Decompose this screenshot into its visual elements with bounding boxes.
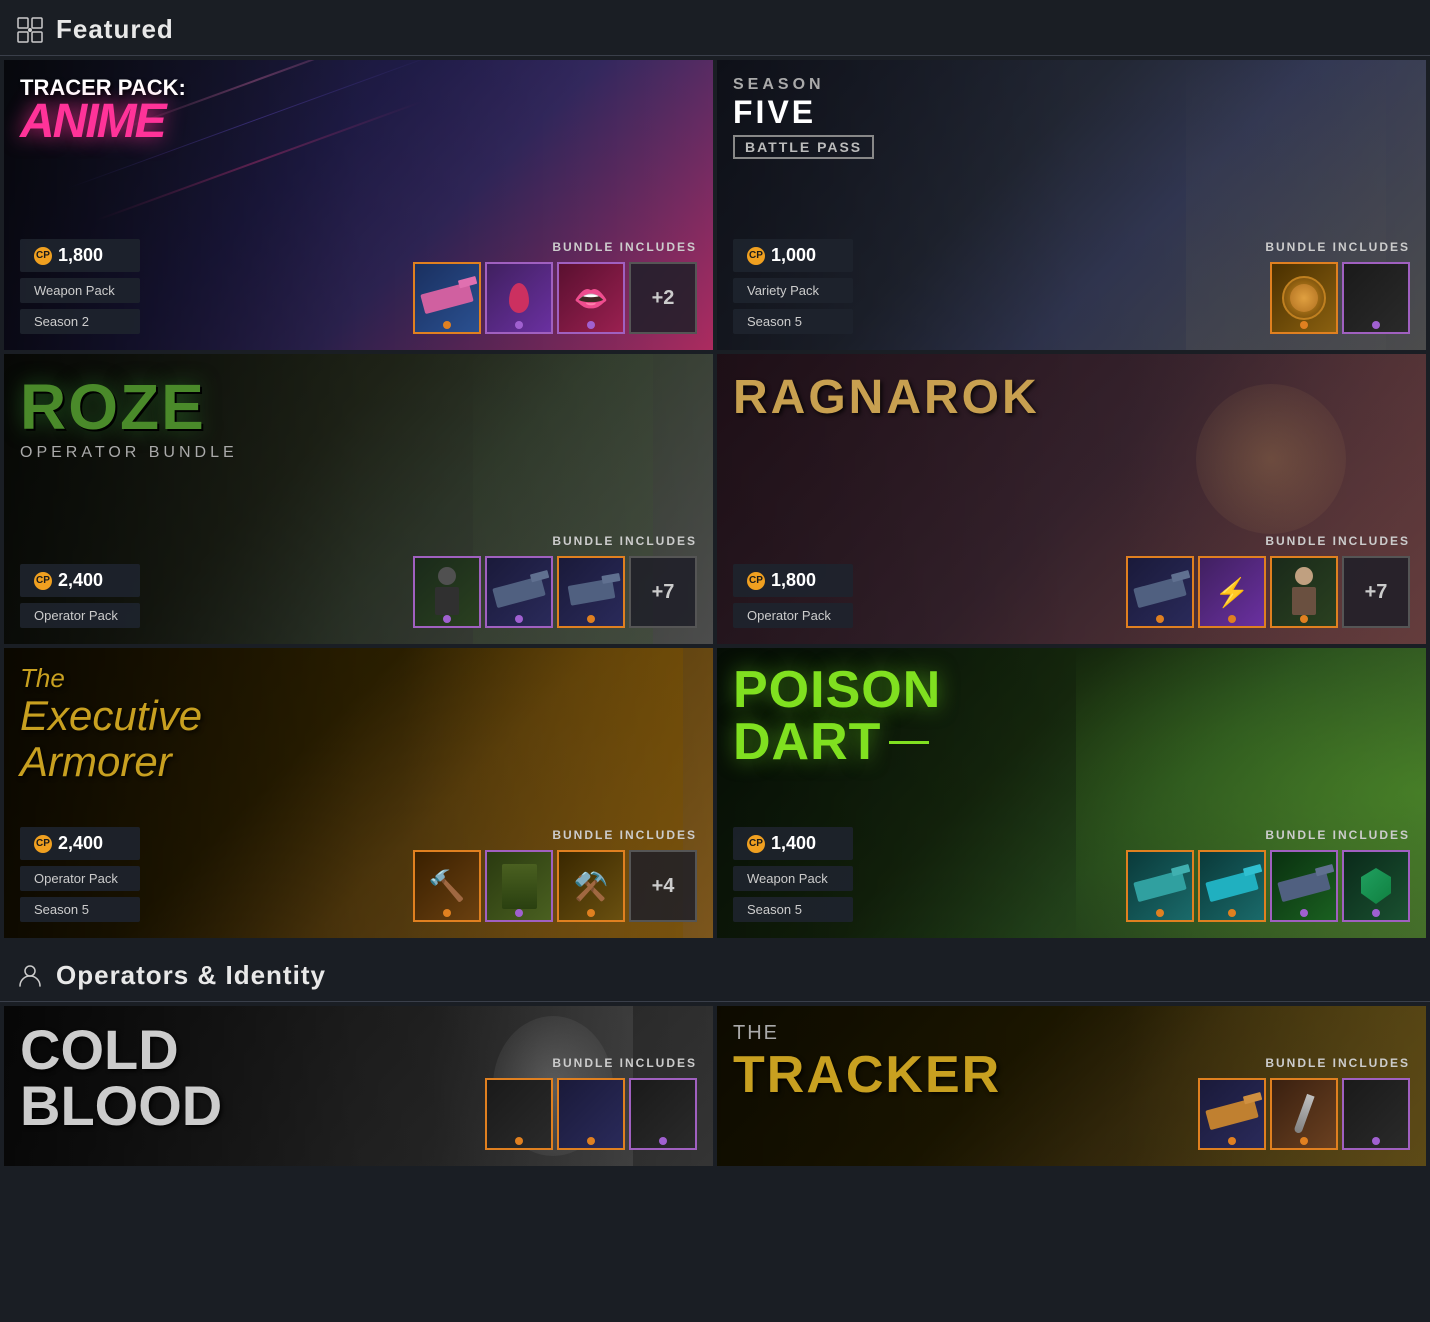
tracker-content: BUNDLE INCLUDES [717, 1006, 1426, 1166]
item-thumb [413, 262, 481, 334]
featured-header: Featured [0, 0, 1430, 56]
item-thumb: ⚡ [1198, 556, 1266, 628]
roze-includes: BUNDLE INCLUDES [413, 534, 697, 628]
tag-season5: Season 5 [20, 897, 140, 922]
item-thumb [1126, 850, 1194, 922]
item-thumb [1342, 262, 1410, 334]
more-items-badge: +4 [629, 850, 697, 922]
item-thumb [1270, 850, 1338, 922]
operators-section: Operators & Identity COLD BLOOD BUNDLE I… [0, 946, 1430, 1170]
season5-content: CP 1,000 Variety Pack Season 5 BUNDLE IN… [717, 60, 1426, 350]
item-thumb [557, 1078, 625, 1150]
ragnarok-includes: BUNDLE INCLUDES ⚡ [1126, 534, 1410, 628]
tag-season2: Season 2 [20, 309, 140, 334]
tag-weapon-pack: Weapon Pack [733, 866, 853, 891]
card-tracer-anime[interactable]: TRACER PACK: ANIME CP 1,800 Weapon Pack … [4, 60, 713, 350]
tracer-anime-price: CP 1,800 [20, 239, 140, 272]
cp-icon: CP [34, 572, 52, 590]
executive-meta: CP 2,400 Operator Pack Season 5 [20, 827, 140, 922]
season5-meta: CP 1,000 Variety Pack Season 5 [733, 239, 853, 334]
cp-icon: CP [747, 835, 765, 853]
card-poison-dart[interactable]: POISON DART CP 1,400 Weapon Pack Season … [717, 648, 1426, 938]
more-items-badge: +7 [629, 556, 697, 628]
executive-items: 🔨 ⚒️ [413, 850, 697, 922]
tag-variety-pack: Variety Pack [733, 278, 853, 303]
executive-price: CP 2,400 [20, 827, 140, 860]
item-thumb [485, 1078, 553, 1150]
item-thumb [1270, 262, 1338, 334]
item-thumb: 👄 [557, 262, 625, 334]
cp-icon: CP [747, 572, 765, 590]
item-thumb [1270, 556, 1338, 628]
featured-title: Featured [56, 14, 174, 45]
season5-includes: BUNDLE INCLUDES [1265, 240, 1410, 334]
cold-blood-content: BUNDLE INCLUDES [4, 1006, 713, 1166]
ragnarok-content: CP 1,800 Operator Pack BUNDLE INCLUDES [717, 354, 1426, 644]
featured-section: Featured TRACER PACK: ANIME [0, 0, 1430, 942]
poison-dart-includes: BUNDLE INCLUDES [1126, 828, 1410, 922]
tracer-anime-content: CP 1,800 Weapon Pack Season 2 BUNDLE INC… [4, 60, 713, 350]
tag-operator-pack: Operator Pack [20, 866, 140, 891]
item-thumb [485, 556, 553, 628]
operators-grid: COLD BLOOD BUNDLE INCLUDES [0, 1002, 1430, 1170]
cp-icon: CP [34, 835, 52, 853]
tracer-anime-meta: CP 1,800 Weapon Pack Season 2 [20, 239, 140, 334]
card-roze[interactable]: ROZE OPERATOR BUNDLE CP 2,400 Operator P… [4, 354, 713, 644]
executive-content: CP 2,400 Operator Pack Season 5 BUNDLE I… [4, 648, 713, 938]
item-thumb [1342, 850, 1410, 922]
ragnarok-meta: CP 1,800 Operator Pack [733, 564, 853, 628]
poison-dart-meta: CP 1,400 Weapon Pack Season 5 [733, 827, 853, 922]
item-thumb [1126, 556, 1194, 628]
operators-title: Operators & Identity [56, 960, 326, 991]
item-thumb: ⚒️ [557, 850, 625, 922]
tag-season5: Season 5 [733, 897, 853, 922]
ragnarok-price: CP 1,800 [733, 564, 853, 597]
season5-price: CP 1,000 [733, 239, 853, 272]
tag-operator-pack: Operator Pack [733, 603, 853, 628]
card-cold-blood[interactable]: COLD BLOOD BUNDLE INCLUDES [4, 1006, 713, 1166]
card-season5-bp[interactable]: SEASON FIVE BATTLE PASS CP 1,000 Variety… [717, 60, 1426, 350]
cp-icon: CP [747, 247, 765, 265]
item-thumb [557, 556, 625, 628]
tag-weapon-pack: Weapon Pack [20, 278, 140, 303]
poison-dart-price: CP 1,400 [733, 827, 853, 860]
cp-icon: CP [34, 247, 52, 265]
card-executive[interactable]: The Executive Armorer CP 2,400 Operator … [4, 648, 713, 938]
poison-dart-items [1126, 850, 1410, 922]
operators-header: Operators & Identity [0, 946, 1430, 1002]
item-thumb [1198, 850, 1266, 922]
item-thumb [1270, 1078, 1338, 1150]
featured-grid: TRACER PACK: ANIME CP 1,800 Weapon Pack … [0, 56, 1430, 942]
tracker-items [733, 1078, 1410, 1150]
roze-content: CP 2,400 Operator Pack BUNDLE INCLUDES [4, 354, 713, 644]
roze-price: CP 2,400 [20, 564, 140, 597]
ragnarok-items: ⚡ [1126, 556, 1410, 628]
roze-meta: CP 2,400 Operator Pack [20, 564, 140, 628]
cold-blood-items [20, 1078, 697, 1150]
card-ragnarok[interactable]: RAGNAROK CP 1,800 Operator Pack BUNDLE I… [717, 354, 1426, 644]
card-tracker[interactable]: THE TRACKER BUNDLE INCLUDES [717, 1006, 1426, 1166]
roze-items: +7 [413, 556, 697, 628]
person-icon [16, 962, 44, 990]
tag-operator-pack: Operator Pack [20, 603, 140, 628]
season5-items [1270, 262, 1410, 334]
more-items-badge: +7 [1342, 556, 1410, 628]
item-thumb [485, 262, 553, 334]
item-thumb [413, 556, 481, 628]
tracer-anime-includes: BUNDLE INCLUDES [413, 240, 697, 334]
sparkle-icon [16, 16, 44, 44]
item-thumb [1198, 1078, 1266, 1150]
tracer-anime-items: 👄 +2 [413, 262, 697, 334]
item-thumb [1342, 1078, 1410, 1150]
executive-includes: BUNDLE INCLUDES 🔨 [413, 828, 697, 922]
item-thumb [485, 850, 553, 922]
poison-dart-content: CP 1,400 Weapon Pack Season 5 BUNDLE INC… [717, 648, 1426, 938]
item-thumb [629, 1078, 697, 1150]
more-items-badge: +2 [629, 262, 697, 334]
item-thumb: 🔨 [413, 850, 481, 922]
tag-season5: Season 5 [733, 309, 853, 334]
